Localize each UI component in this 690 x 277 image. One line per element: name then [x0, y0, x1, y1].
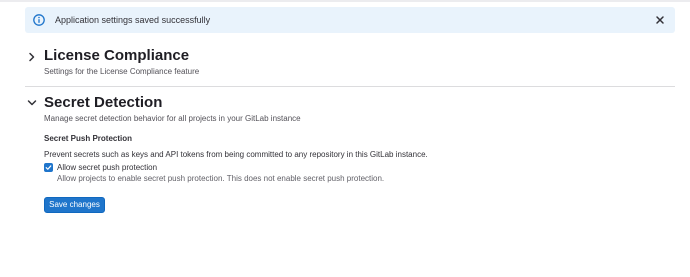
license-compliance-description: Settings for the License Compliance feat… — [44, 67, 200, 76]
license-compliance-title[interactable]: License Compliance — [44, 47, 189, 65]
secret-detection-collapse-button[interactable] — [25, 96, 39, 110]
secret-push-protection-heading: Secret Push Protection — [44, 134, 133, 143]
secret-detection-title[interactable]: Secret Detection — [44, 94, 162, 112]
alert-message: Application settings saved successfully — [55, 15, 211, 25]
license-compliance-expand-button[interactable] — [25, 50, 39, 64]
alert-dismiss-button[interactable] — [651, 11, 669, 29]
chevron-down-icon — [27, 100, 37, 106]
chevron-right-icon — [29, 52, 35, 62]
checkmark-icon — [45, 165, 52, 170]
allow-secret-push-protection-help: Allow projects to enable secret push pro… — [57, 174, 385, 183]
top-border — [0, 0, 690, 2]
close-icon — [656, 16, 664, 24]
section-divider — [25, 86, 675, 87]
secret-push-protection-help: Prevent secrets such as keys and API tok… — [44, 150, 428, 159]
success-alert: Application settings saved successfully — [25, 7, 675, 33]
allow-secret-push-protection-label[interactable]: Allow secret push protection — [57, 162, 157, 173]
save-changes-button[interactable]: Save changes — [44, 197, 105, 213]
allow-secret-push-protection-checkbox[interactable] — [44, 163, 53, 172]
secret-detection-description: Manage secret detection behavior for all… — [44, 114, 301, 123]
info-icon — [32, 13, 46, 27]
